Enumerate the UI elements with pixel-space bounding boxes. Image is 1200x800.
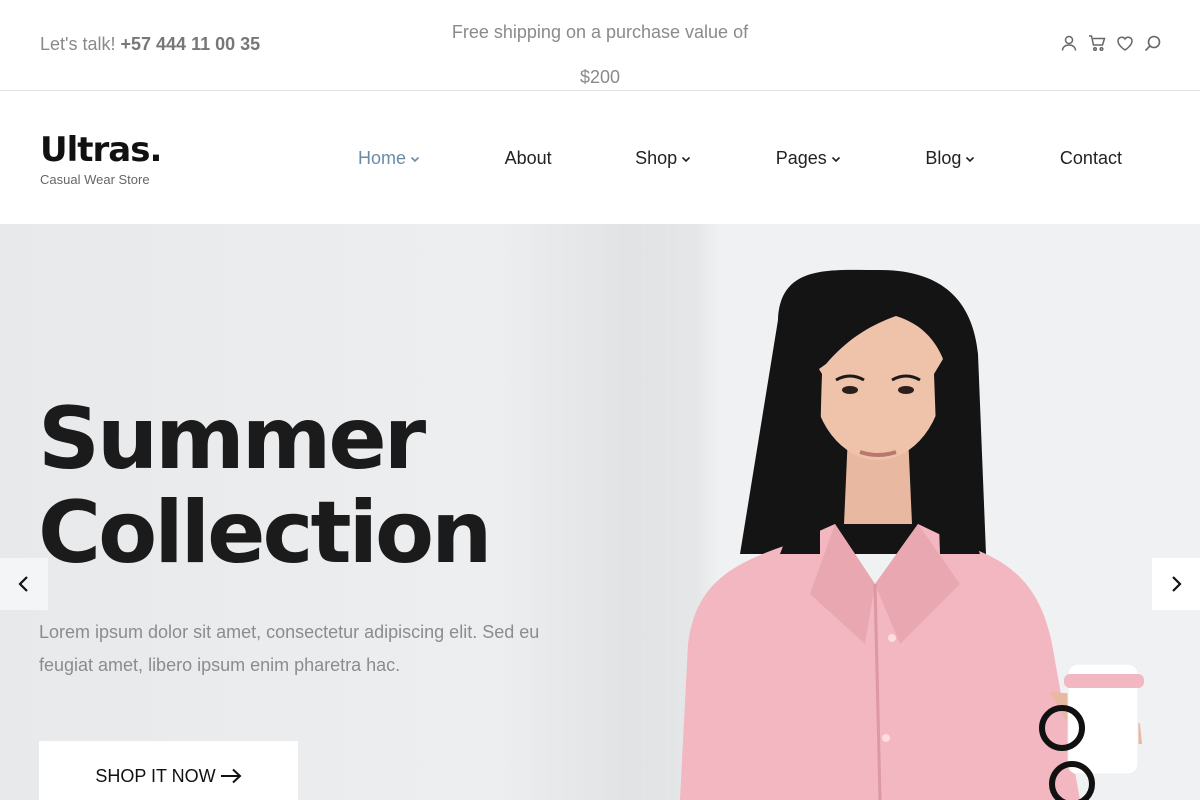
- heart-icon[interactable]: [1116, 34, 1134, 52]
- nav-item-contact[interactable]: Contact: [1060, 148, 1122, 169]
- nav-item-blog[interactable]: Blog: [925, 148, 976, 169]
- arrow-right-icon: [220, 768, 242, 784]
- shop-now-button[interactable]: SHOP IT NOW: [39, 741, 298, 800]
- nav-item-about[interactable]: About: [505, 148, 552, 169]
- main-header: Ultras. Casual Wear Store Home About Sho…: [0, 92, 1200, 224]
- hero-title-line-1: Summer: [38, 389, 426, 489]
- nav-label-blog: Blog: [925, 148, 962, 168]
- hero-description: Lorem ipsum dolor sit amet, consectetur …: [39, 622, 540, 675]
- cart-icon[interactable]: [1088, 34, 1106, 52]
- logo-text: Ultras.: [40, 130, 162, 170]
- main-nav: Home About Shop Pages Blog Contact: [358, 148, 1122, 169]
- nav-label-contact: Contact: [1059, 148, 1122, 168]
- shop-now-label: SHOP IT NOW: [95, 765, 216, 786]
- nav-label-about: About: [504, 148, 552, 168]
- hero-slider: Summer Collection Lorem ipsum dolor sit …: [0, 224, 1200, 800]
- chevron-down-icon: [682, 156, 691, 162]
- nav-item-home[interactable]: Home: [358, 148, 421, 169]
- hero-title-line-2: Collection: [38, 483, 492, 583]
- user-icon[interactable]: [1060, 34, 1078, 52]
- chevron-down-icon: [966, 156, 975, 162]
- slider-next-button[interactable]: [1152, 558, 1200, 610]
- logo[interactable]: Ultras. Casual Wear Store: [40, 130, 162, 187]
- talk-label: Let's talk!: [40, 34, 116, 54]
- nav-label-shop: Shop: [635, 148, 678, 168]
- top-icons: [1060, 34, 1162, 52]
- hero-model-image: [680, 269, 1144, 800]
- hero-title: Summer Collection: [38, 389, 492, 583]
- nav-label-pages: Pages: [775, 148, 827, 168]
- chevron-down-icon: [831, 156, 840, 162]
- chevron-right-icon: [1172, 576, 1182, 592]
- top-bar: Let's talk! +57 444 11 00 35 Free shippi…: [0, 0, 1200, 91]
- contact-line: Let's talk! +57 444 11 00 35: [40, 34, 260, 55]
- search-icon[interactable]: [1144, 34, 1162, 52]
- phone-number[interactable]: +57 444 11 00 35: [121, 34, 261, 54]
- shipping-notice: Free shipping on a purchase value of $20…: [430, 10, 770, 100]
- chevron-left-icon: [18, 576, 28, 592]
- nav-item-pages[interactable]: Pages: [776, 148, 842, 169]
- chevron-down-icon: [410, 156, 420, 162]
- nav-label-home: Home: [358, 148, 407, 168]
- logo-tagline: Casual Wear Store: [40, 172, 150, 187]
- slider-prev-button[interactable]: [0, 558, 48, 610]
- nav-item-shop[interactable]: Shop: [635, 148, 692, 169]
- shipping-text: Free shipping on a purchase value of: [451, 22, 749, 42]
